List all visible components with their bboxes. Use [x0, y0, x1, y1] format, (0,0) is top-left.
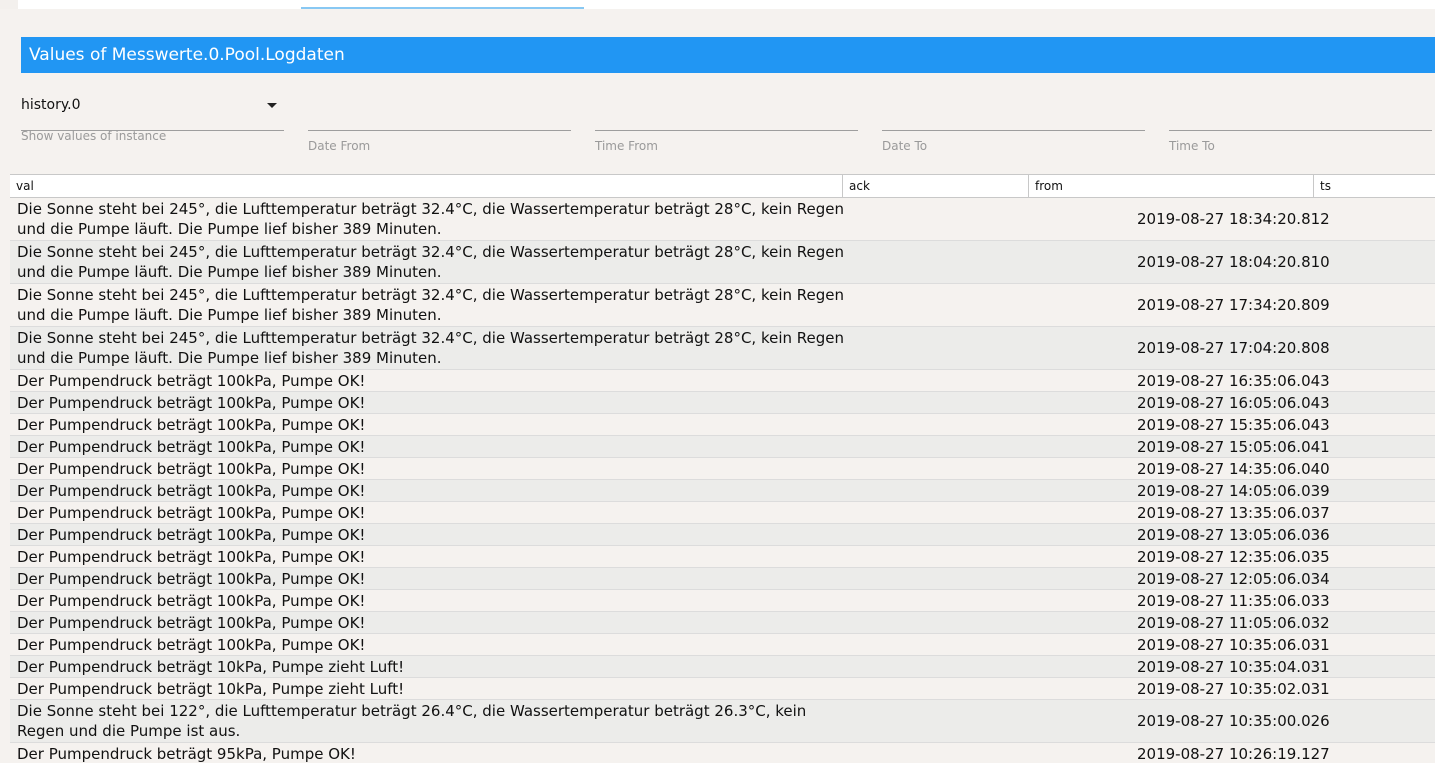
cell-ts: 2019-08-27 13:05:06.036 [1137, 526, 1330, 544]
cell-val: Der Pumpendruck beträgt 100kPa, Pumpe OK… [17, 504, 366, 522]
column-header-val[interactable]: val [10, 175, 843, 197]
cell-val: Der Pumpendruck beträgt 10kPa, Pumpe zie… [17, 680, 405, 698]
cell-ts: 2019-08-27 15:35:06.043 [1137, 416, 1330, 434]
table-row[interactable]: Der Pumpendruck beträgt 100kPa, Pumpe OK… [10, 568, 1435, 590]
cell-val: Der Pumpendruck beträgt 100kPa, Pumpe OK… [17, 460, 366, 478]
table-header: val ack from ts [10, 174, 1435, 198]
table-row[interactable]: Der Pumpendruck beträgt 100kPa, Pumpe OK… [10, 436, 1435, 458]
table-row[interactable]: Der Pumpendruck beträgt 10kPa, Pumpe zie… [10, 656, 1435, 678]
time-to-label: Time To [1169, 139, 1215, 153]
tab-strip-fill [584, 0, 1435, 9]
cell-val: Der Pumpendruck beträgt 100kPa, Pumpe OK… [17, 636, 366, 654]
cell-ts: 2019-08-27 14:05:06.039 [1137, 482, 1330, 500]
column-header-ack[interactable]: ack [843, 175, 1029, 197]
instance-select-value: history.0 [21, 97, 81, 113]
table-row[interactable]: Der Pumpendruck beträgt 100kPa, Pumpe OK… [10, 502, 1435, 524]
cell-ts: 2019-08-27 10:26:19.127 [1137, 745, 1330, 763]
time-to-input[interactable] [1169, 92, 1432, 131]
table-row[interactable]: Die Sonne steht bei 245°, die Lufttemper… [10, 284, 1435, 327]
cell-val: Der Pumpendruck beträgt 10kPa, Pumpe zie… [17, 658, 405, 676]
cell-ts: 2019-08-27 10:35:06.031 [1137, 636, 1330, 654]
cell-ts: 2019-08-27 17:34:20.809 [1137, 296, 1330, 314]
table-body: Die Sonne steht bei 245°, die Lufttemper… [10, 198, 1435, 763]
values-table: val ack from ts Die Sonne steht bei 245°… [10, 174, 1435, 763]
column-header-from[interactable]: from [1029, 175, 1314, 197]
cell-val: Der Pumpendruck beträgt 100kPa, Pumpe OK… [17, 394, 366, 412]
cell-val: Der Pumpendruck beträgt 100kPa, Pumpe OK… [17, 570, 366, 588]
table-row[interactable]: Die Sonne steht bei 245°, die Lufttemper… [10, 198, 1435, 241]
top-tab-strip [0, 0, 1435, 9]
table-row[interactable]: Der Pumpendruck beträgt 100kPa, Pumpe OK… [10, 524, 1435, 546]
cell-val: Der Pumpendruck beträgt 100kPa, Pumpe OK… [17, 372, 366, 390]
table-row[interactable]: Der Pumpendruck beträgt 100kPa, Pumpe OK… [10, 546, 1435, 568]
time-from-input[interactable] [595, 92, 858, 131]
cell-ts: 2019-08-27 15:05:06.041 [1137, 438, 1330, 456]
dialog-title: Values of Messwerte.0.Pool.Logdaten [21, 37, 1435, 73]
cell-ts: 2019-08-27 18:04:20.810 [1137, 253, 1330, 271]
table-row[interactable]: Der Pumpendruck beträgt 100kPa, Pumpe OK… [10, 612, 1435, 634]
table-row[interactable]: Die Sonne steht bei 245°, die Lufttemper… [10, 241, 1435, 284]
cell-val: Der Pumpendruck beträgt 100kPa, Pumpe OK… [17, 614, 366, 632]
cell-ts: 2019-08-27 11:05:06.032 [1137, 614, 1330, 632]
table-row[interactable]: Der Pumpendruck beträgt 100kPa, Pumpe OK… [10, 392, 1435, 414]
cell-val: Die Sonne steht bei 245°, die Lufttemper… [17, 329, 845, 367]
cell-val: Der Pumpendruck beträgt 100kPa, Pumpe OK… [17, 438, 366, 456]
table-row[interactable]: Die Sonne steht bei 245°, die Lufttemper… [10, 327, 1435, 370]
cell-ts: 2019-08-27 18:34:20.812 [1137, 210, 1330, 228]
table-row[interactable]: Der Pumpendruck beträgt 100kPa, Pumpe OK… [10, 590, 1435, 612]
table-row[interactable]: Der Pumpendruck beträgt 100kPa, Pumpe OK… [10, 480, 1435, 502]
table-row[interactable]: Der Pumpendruck beträgt 100kPa, Pumpe OK… [10, 370, 1435, 392]
column-header-ts[interactable]: ts [1314, 175, 1435, 197]
table-row[interactable]: Der Pumpendruck beträgt 100kPa, Pumpe OK… [10, 634, 1435, 656]
dropdown-arrow-icon[interactable] [267, 103, 277, 108]
cell-ts: 2019-08-27 10:35:04.031 [1137, 658, 1330, 676]
tab-placeholder-1[interactable] [18, 0, 301, 9]
cell-val: Die Sonne steht bei 245°, die Lufttemper… [17, 200, 845, 238]
cell-val: Die Sonne steht bei 245°, die Lufttemper… [17, 286, 845, 324]
cell-ts: 2019-08-27 16:05:06.043 [1137, 394, 1330, 412]
date-to-label: Date To [882, 139, 928, 153]
cell-ts: 2019-08-27 11:35:06.033 [1137, 592, 1330, 610]
cell-ts: 2019-08-27 16:35:06.043 [1137, 372, 1330, 390]
cell-ts: 2019-08-27 12:05:06.034 [1137, 570, 1330, 588]
cell-val: Der Pumpendruck beträgt 100kPa, Pumpe OK… [17, 592, 366, 610]
cell-ts: 2019-08-27 10:35:00.026 [1137, 712, 1330, 730]
cell-val: Der Pumpendruck beträgt 100kPa, Pumpe OK… [17, 482, 366, 500]
date-from-label: Date From [308, 139, 371, 153]
cell-ts: 2019-08-27 13:35:06.037 [1137, 504, 1330, 522]
cell-val: Der Pumpendruck beträgt 100kPa, Pumpe OK… [17, 526, 366, 544]
cell-ts: 2019-08-27 10:35:02.031 [1137, 680, 1330, 698]
cell-val: Die Sonne steht bei 245°, die Lufttemper… [17, 243, 845, 281]
cell-ts: 2019-08-27 12:35:06.035 [1137, 548, 1330, 566]
cell-val: Der Pumpendruck beträgt 100kPa, Pumpe OK… [17, 416, 366, 434]
table-row[interactable]: Der Pumpendruck beträgt 10kPa, Pumpe zie… [10, 678, 1435, 700]
table-row[interactable]: Der Pumpendruck beträgt 100kPa, Pumpe OK… [10, 458, 1435, 480]
table-row[interactable]: Der Pumpendruck beträgt 95kPa, Pumpe OK!… [10, 743, 1435, 763]
instance-select[interactable]: history.0 [21, 92, 284, 131]
table-row[interactable]: Die Sonne steht bei 122°, die Lufttemper… [10, 700, 1435, 743]
cell-ts: 2019-08-27 14:35:06.040 [1137, 460, 1330, 478]
date-from-input[interactable] [308, 92, 571, 131]
cell-ts: 2019-08-27 17:04:20.808 [1137, 339, 1330, 357]
instance-helper-text: Show values of instance [21, 129, 167, 143]
cell-val: Die Sonne steht bei 122°, die Lufttemper… [17, 702, 807, 740]
table-row[interactable]: Der Pumpendruck beträgt 100kPa, Pumpe OK… [10, 414, 1435, 436]
cell-val: Der Pumpendruck beträgt 95kPa, Pumpe OK! [17, 745, 356, 763]
cell-val: Der Pumpendruck beträgt 100kPa, Pumpe OK… [17, 548, 366, 566]
tab-placeholder-2-active[interactable] [301, 0, 584, 9]
time-from-label: Time From [595, 139, 658, 153]
date-to-input[interactable] [882, 92, 1145, 131]
